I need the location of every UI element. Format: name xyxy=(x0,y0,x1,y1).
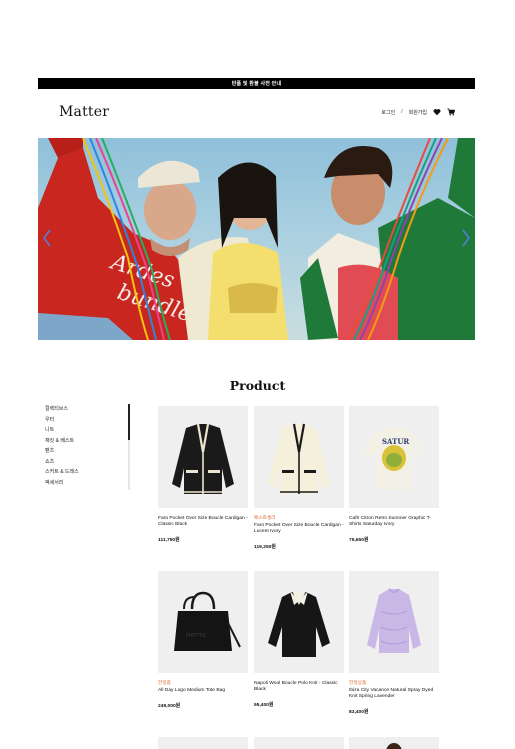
svg-text:MATTER: MATTER xyxy=(186,633,207,639)
product-price: 75,650원 xyxy=(349,538,369,543)
section-title: Product xyxy=(229,378,286,393)
category-item[interactable]: 재킷 & 베스트 xyxy=(45,436,115,447)
svg-text:SATUR: SATUR xyxy=(382,437,409,446)
notice-bar[interactable]: 반품 및 환불 사전 안내 xyxy=(38,78,475,89)
product-card[interactable]: MATTER 한정품 All Day Logo Medium Tote Bag … xyxy=(158,571,248,709)
category-item[interactable]: 쇼츠 xyxy=(45,457,115,468)
chevron-right-icon[interactable] xyxy=(460,228,472,248)
product-thumbnail[interactable] xyxy=(254,571,344,673)
product-name[interactable]: Ibiza City Vacance Natural Spray Dyed Kn… xyxy=(349,688,439,700)
product-thumbnail[interactable] xyxy=(349,571,439,673)
account-separator: / xyxy=(401,109,403,115)
product-price: 119,250원 xyxy=(254,545,276,550)
product-thumbnail[interactable]: MATTER xyxy=(158,571,248,673)
category-list: 컬렉티브스 우터 니트 재킷 & 베스트 팬츠 쇼츠 스커트 & 드레스 액세서… xyxy=(45,404,115,488)
product-price: 83,400원 xyxy=(349,710,369,715)
product-name[interactable]: Faro Pocket Over Size Boucle Cardigan - … xyxy=(254,523,344,535)
site-header: Matter 로그인 / 회원가입 xyxy=(38,103,475,123)
product-name[interactable]: Cafri Citron Retro Summer Graphic T-Shir… xyxy=(349,516,439,528)
product-card[interactable]: Napoli Wool Boucle Polo Knit - Classic B… xyxy=(254,571,344,708)
cart-icon[interactable] xyxy=(447,108,456,116)
product-tag: 한정품 xyxy=(158,680,171,685)
category-item[interactable]: 컬렉티브스 xyxy=(45,404,115,415)
signup-link[interactable]: 회원가입 xyxy=(409,109,427,116)
product-card[interactable]: 한정상품 Ibiza City Vacance Natural Spray Dy… xyxy=(349,571,439,715)
category-item[interactable]: 팬츠 xyxy=(45,446,115,457)
product-name[interactable]: All Day Logo Medium Tote Bag xyxy=(158,688,248,694)
category-scrollbar-thumb[interactable] xyxy=(128,404,130,440)
header-account-links: 로그인 / 회원가입 xyxy=(381,108,456,116)
login-link[interactable]: 로그인 xyxy=(381,109,395,116)
notice-text[interactable]: 반품 및 환불 사전 안내 xyxy=(232,80,282,87)
product-price: 111,750원 xyxy=(158,538,180,543)
product-card[interactable]: 베스트셀러 Faro Pocket Over Size Boucle Cardi… xyxy=(254,406,344,550)
product-thumbnail[interactable] xyxy=(254,737,344,749)
site-logo[interactable]: Matter xyxy=(59,104,109,120)
product-thumbnail[interactable]: SATUR xyxy=(349,406,439,508)
hero-banner[interactable]: Ardes bundle xyxy=(38,138,475,340)
category-item[interactable]: 니트 xyxy=(45,425,115,436)
product-thumbnail[interactable] xyxy=(158,737,248,749)
product-card[interactable]: Faro Pocket Over Size Boucle Cardigan - … xyxy=(158,406,248,543)
product-thumbnail[interactable] xyxy=(254,406,344,508)
product-tag: 한정상품 xyxy=(349,680,367,685)
chevron-left-icon[interactable] xyxy=(41,228,53,248)
product-price: 249,000원 xyxy=(158,704,181,709)
product-tag: 베스트셀러 xyxy=(254,515,276,520)
category-item[interactable]: 스커트 & 드레스 xyxy=(45,467,115,478)
product-thumbnail[interactable] xyxy=(349,737,439,749)
product-thumbnail[interactable] xyxy=(158,406,248,508)
hero-image: Ardes bundle xyxy=(38,138,475,340)
product-price: 95,400원 xyxy=(254,703,274,708)
heart-icon[interactable] xyxy=(433,108,441,116)
product-name[interactable]: Faro Pocket Over Size Boucle Cardigan - … xyxy=(158,516,248,528)
product-card[interactable]: SATUR Cafri Citron Retro Summer Graphic … xyxy=(349,406,439,543)
category-scrollbar[interactable] xyxy=(128,404,130,490)
category-item[interactable]: 액세서리 xyxy=(45,478,115,489)
category-item[interactable]: 우터 xyxy=(45,415,115,426)
product-name[interactable]: Napoli Wool Boucle Polo Knit - Classic B… xyxy=(254,681,344,693)
